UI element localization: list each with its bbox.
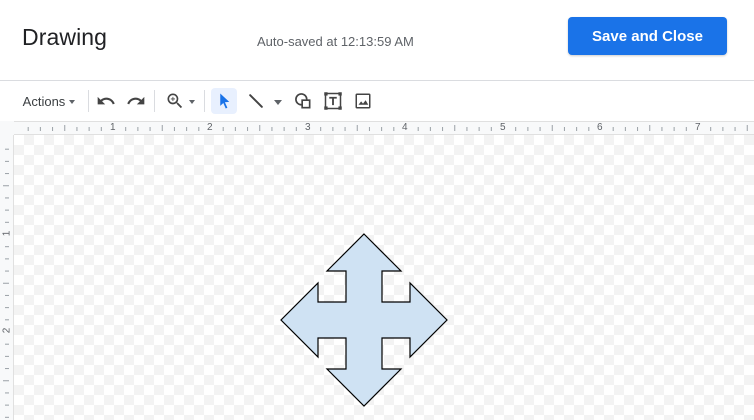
chevron-down-icon [274, 99, 282, 105]
undo-button[interactable] [94, 88, 118, 114]
ruler-label: 6 [597, 122, 603, 133]
save-and-close-button[interactable]: Save and Close [568, 17, 727, 55]
ruler-label: 3 [305, 122, 311, 133]
four-way-arrow-shape[interactable] [280, 233, 448, 407]
ruler-label: 4 [402, 122, 408, 133]
text-box-icon [324, 92, 342, 110]
redo-icon [127, 96, 145, 105]
ruler-label: 2 [1, 327, 13, 334]
line-icon [249, 94, 263, 108]
redo-button[interactable] [124, 88, 148, 114]
ruler-ticks [3, 148, 9, 418]
ruler-corner [0, 121, 14, 135]
autosave-status: Auto-saved at 12:13:59 AM [257, 34, 414, 49]
zoom-button[interactable] [162, 88, 198, 114]
toolbar-separator [204, 90, 205, 112]
horizontal-ruler: 1 2 3 4 5 6 7 [0, 121, 754, 135]
ruler-label: 1 [1, 230, 13, 237]
image-tool-button[interactable] [351, 88, 375, 114]
dialog-title: Drawing [22, 24, 108, 50]
drawing-dialog: Drawing Auto-saved at 12:13:59 AM Save a… [0, 0, 754, 420]
vertical-ruler: 1 2 [0, 135, 14, 420]
actions-menu-button[interactable]: Actions [16, 88, 82, 114]
ruler-label: 1 [110, 122, 116, 133]
canvas-svg [280, 233, 448, 407]
toolbar-separator [88, 90, 89, 112]
zoom-icon [167, 93, 183, 109]
select-tool-button[interactable] [211, 88, 237, 114]
drawing-canvas[interactable] [14, 135, 754, 420]
undo-icon [97, 96, 115, 105]
image-icon [355, 93, 371, 109]
text-box-tool-button[interactable] [321, 88, 345, 114]
select-icon [220, 93, 230, 109]
shape-icon [295, 93, 311, 109]
chevron-down-icon [69, 100, 76, 104]
toolbar-separator [154, 90, 155, 112]
ruler-label: 2 [207, 122, 213, 133]
toolbar: Actions [0, 81, 754, 121]
ruler-label: 7 [695, 122, 701, 133]
actions-label: Actions [22, 93, 66, 109]
line-tool-button[interactable] [244, 88, 284, 114]
shape-tool-button[interactable] [291, 88, 315, 114]
chevron-down-icon [189, 100, 195, 104]
ruler-label: 5 [500, 122, 506, 133]
dialog-header: Drawing Auto-saved at 12:13:59 AM Save a… [0, 0, 754, 80]
